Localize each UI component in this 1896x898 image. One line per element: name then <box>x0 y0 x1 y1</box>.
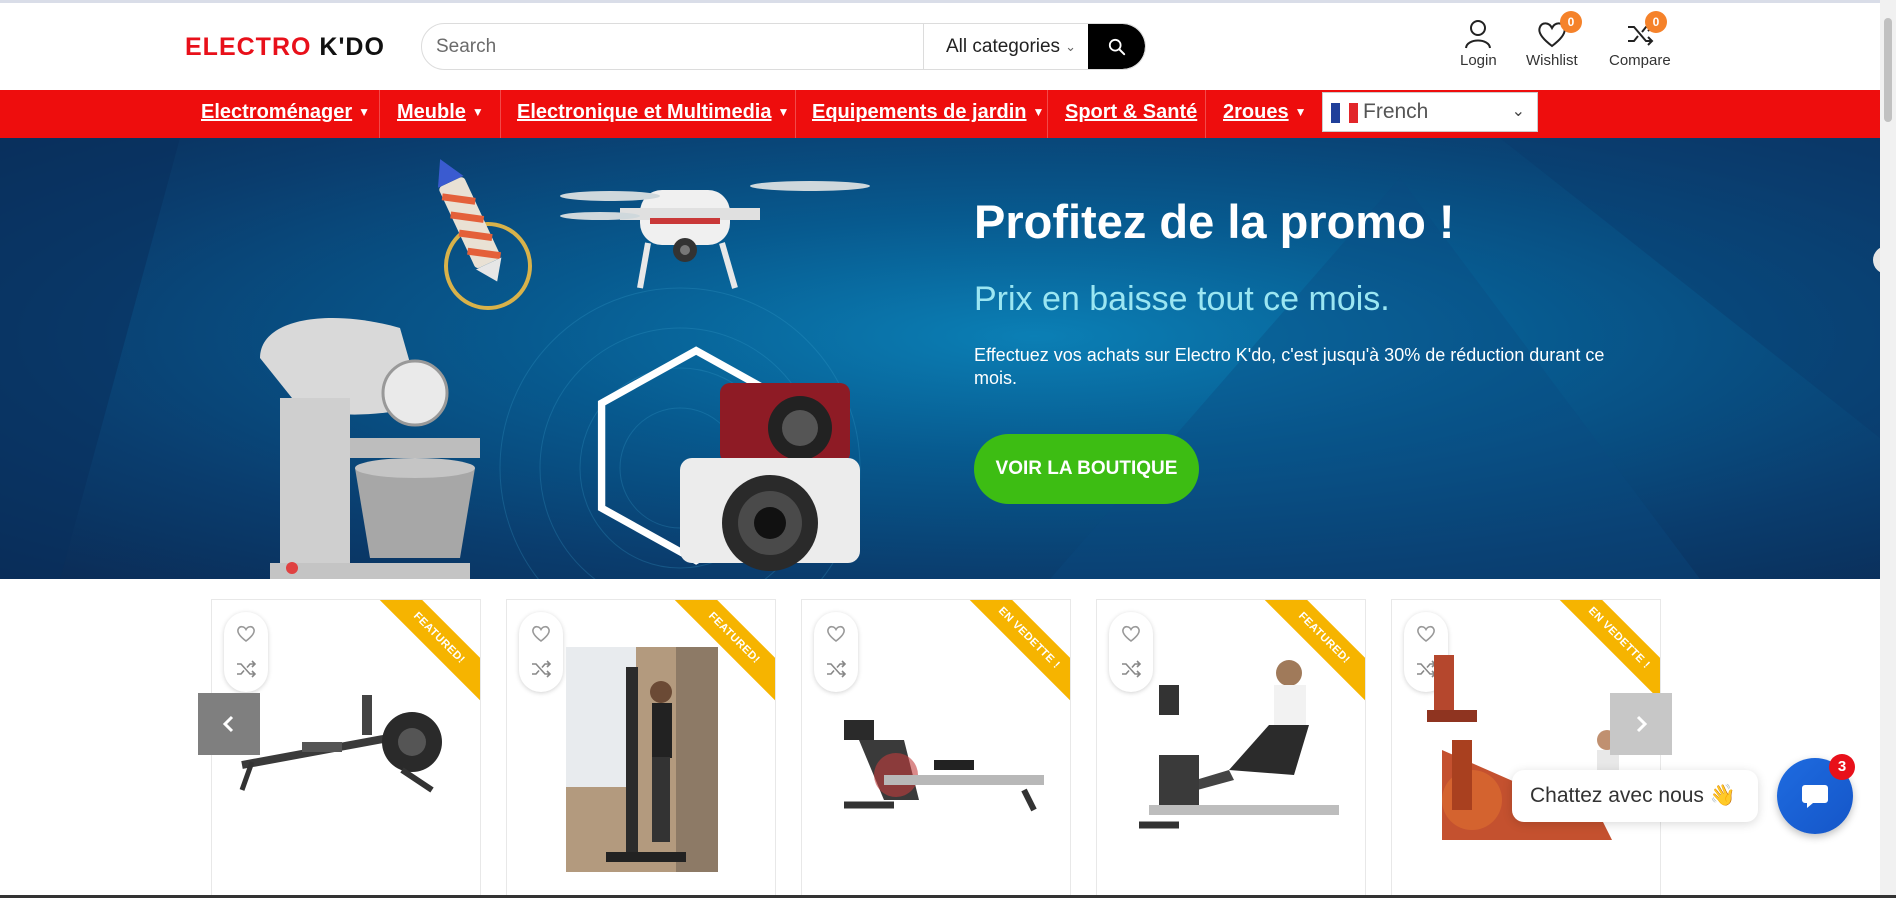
product-card[interactable]: EN VEDETTE ! <box>801 599 1071 898</box>
heart-icon[interactable] <box>235 622 257 644</box>
main-nav: Electroménager ▼ Meuble ▼ Electronique et … <box>0 90 1880 138</box>
search-bar: All categories ⌄ <box>421 23 1146 70</box>
page-scrollbar[interactable] <box>1880 0 1896 898</box>
nav-item-2roues[interactable]: 2roues ▼ <box>1223 90 1306 138</box>
badge-label: EN VEDETTE ! <box>961 600 1070 706</box>
chevron-down-icon: ⌄ <box>1065 39 1076 54</box>
nav-item-electromenager[interactable]: Electroménager ▼ <box>201 90 370 138</box>
language-label: French <box>1363 100 1429 123</box>
card-actions <box>224 612 268 692</box>
heart-icon[interactable] <box>1120 622 1142 644</box>
carousel-prev-button[interactable] <box>198 693 260 755</box>
logo-text-electro: ELECTRO <box>185 33 312 61</box>
nav-item-jardin[interactable]: Equipements de jardin ▼ <box>812 90 1044 138</box>
product-image <box>239 695 442 793</box>
product-image <box>1427 655 1619 840</box>
chevron-right-icon <box>1636 715 1648 733</box>
site-logo[interactable]: ELECTRO K'DO <box>185 33 385 62</box>
compare-link[interactable]: Compare 0 <box>1609 11 1671 69</box>
chevron-down-icon: ▼ <box>1032 105 1045 119</box>
category-select[interactable]: All categories ⌄ <box>923 24 1090 69</box>
shuffle-icon[interactable] <box>530 658 552 680</box>
chevron-down-icon: ⌄ <box>1511 103 1525 120</box>
scrollbar-thumb[interactable] <box>1884 18 1892 122</box>
heart-icon[interactable] <box>1415 622 1437 644</box>
compare-count-badge: 0 <box>1645 11 1667 33</box>
wishlist-link[interactable]: Wishlist 0 <box>1526 11 1582 69</box>
nav-item-sport-sante[interactable]: Sport & Santé <box>1065 90 1197 138</box>
nav-item-meuble[interactable]: Meuble ▼ <box>397 90 484 138</box>
search-button[interactable] <box>1088 24 1145 69</box>
chat-icon <box>1802 785 1828 808</box>
search-icon <box>1108 38 1125 55</box>
user-icon <box>1465 20 1492 49</box>
compare-label: Compare <box>1609 52 1671 69</box>
nav-divider <box>500 90 501 138</box>
shop-cta-button[interactable]: VOIR LA BOUTIQUE <box>974 434 1199 504</box>
nav-item-electronique[interactable]: Electronique et Multimedia ▼ <box>517 90 789 138</box>
language-select[interactable]: French ⌄ <box>1322 92 1538 132</box>
product-image <box>844 720 1044 812</box>
card-actions <box>519 612 563 692</box>
heart-icon[interactable] <box>825 622 847 644</box>
hero-title: Profitez de la promo ! <box>974 195 1455 248</box>
chat-unread-badge: 3 <box>1829 754 1855 780</box>
nav-divider <box>795 90 796 138</box>
card-actions <box>814 612 858 692</box>
login-link[interactable]: Login <box>1460 19 1497 69</box>
product-image <box>1139 660 1339 829</box>
chevron-left-icon <box>222 715 234 733</box>
chevron-down-icon: ▼ <box>777 105 790 119</box>
shuffle-icon[interactable] <box>825 658 847 680</box>
search-input[interactable] <box>436 24 916 69</box>
nav-divider <box>379 90 380 138</box>
product-image <box>566 647 718 872</box>
carousel-next-button[interactable] <box>1610 693 1672 755</box>
featured-ribbon: EN VEDETTE ! <box>961 600 1070 709</box>
hero-banner: Profitez de la promo ! Prix en baisse to… <box>0 138 1880 579</box>
logo-text-kdo: K'DO <box>319 33 385 61</box>
nav-divider <box>1047 90 1048 138</box>
chevron-down-icon: ▼ <box>1294 105 1307 119</box>
shuffle-icon[interactable] <box>235 658 257 680</box>
category-select-label: All categories <box>946 36 1061 57</box>
heart-icon[interactable] <box>530 622 552 644</box>
chevron-down-icon: ▼ <box>358 105 371 119</box>
login-label: Login <box>1460 52 1497 69</box>
site-header: ELECTRO K'DO All categories ⌄ Login Wish… <box>0 3 1880 90</box>
hero-description: Effectuez vos achats sur Electro K'do, c… <box>974 345 1605 388</box>
chat-prompt[interactable]: Chattez avec nous 👋 <box>1512 770 1758 822</box>
product-card[interactable]: FEATURED! <box>506 599 776 898</box>
chevron-down-icon: ▼ <box>471 105 484 119</box>
french-flag-icon <box>1331 103 1358 123</box>
product-card[interactable]: FEATURED! <box>1096 599 1366 898</box>
wishlist-label: Wishlist <box>1526 52 1578 69</box>
hero-subtitle: Prix en baisse tout ce mois. <box>974 280 1390 318</box>
wishlist-count-badge: 0 <box>1560 11 1582 33</box>
nav-divider <box>1205 90 1206 138</box>
